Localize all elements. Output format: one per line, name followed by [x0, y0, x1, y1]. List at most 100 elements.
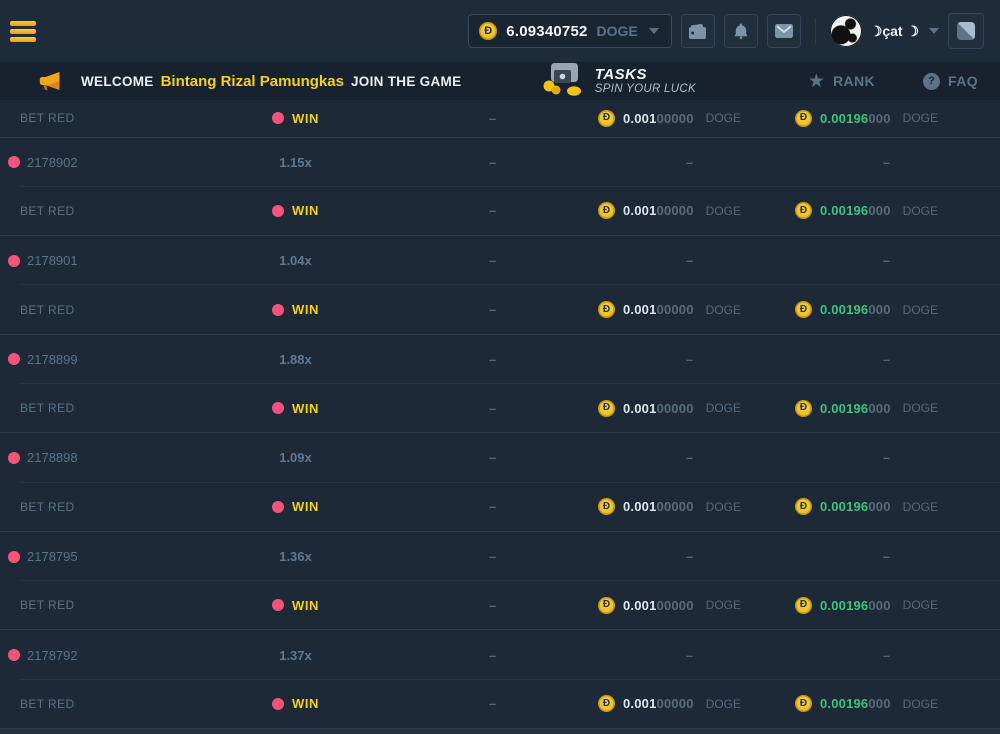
- game-id: 2178898: [27, 450, 78, 465]
- game-row[interactable]: 2178795 1.36x – – –: [0, 532, 1000, 581]
- profit-amount: 0.00196000: [820, 203, 891, 218]
- doge-coin-icon: Đ: [795, 498, 812, 515]
- game-row[interactable]: 2178902 1.15x – – –: [0, 138, 1000, 187]
- game-color-dot-icon: [8, 649, 20, 661]
- wallet-icon: [688, 23, 707, 40]
- bet-row[interactable]: BET RED WIN – Đ 0.00100000 DOGE Đ 0.0019…: [0, 581, 1000, 630]
- dash: –: [686, 549, 693, 564]
- table-footer: [0, 729, 1000, 734]
- dash: –: [489, 401, 496, 416]
- bet-amount-cell: Đ 0.00100000 DOGE: [571, 202, 768, 219]
- user-menu[interactable]: ☽çat ☽: [830, 15, 939, 47]
- dash: –: [489, 155, 496, 170]
- balance-selector[interactable]: Đ 6.09340752 DOGE: [468, 14, 671, 48]
- announcement-bar: WELCOME Bintang Rizal Pamungkas JOIN THE…: [0, 62, 1000, 100]
- doge-coin-icon: Đ: [598, 498, 615, 515]
- bet-row[interactable]: BET RED WIN – Đ 0.00100000 DOGE Đ 0.0019…: [0, 680, 1000, 729]
- messages-button[interactable]: [767, 14, 801, 48]
- bet-amount-currency: DOGE: [706, 401, 741, 415]
- bet-label: BET RED: [20, 111, 75, 125]
- multiplier-cell: 1.09x: [197, 450, 394, 465]
- doge-coin-icon: Đ: [598, 110, 615, 127]
- result-cell: WIN: [197, 111, 394, 126]
- game-row[interactable]: 2178898 1.09x – – –: [0, 433, 1000, 482]
- chat-button[interactable]: [948, 13, 984, 49]
- bet-amount: 0.00100000: [623, 111, 694, 126]
- game-row[interactable]: 2178792 1.37x – – –: [0, 630, 1000, 679]
- dash: –: [489, 352, 496, 367]
- game-color-dot-icon: [8, 156, 20, 168]
- banner-links: TASKS SPIN YOUR LUCK ★ RANK ? FAQ: [541, 61, 978, 102]
- bet-label-cell: BET RED: [0, 401, 197, 415]
- multiplier: 1.15x: [279, 155, 312, 170]
- chevron-down-icon: [929, 28, 939, 34]
- profit-amount: 0.00196000: [820, 598, 891, 613]
- profit-amount: 0.00196000: [820, 111, 891, 126]
- result-cell: WIN: [197, 598, 394, 613]
- empty-cell: –: [591, 549, 788, 564]
- mail-icon: [775, 24, 793, 38]
- game-id-cell: 2178902: [0, 155, 197, 170]
- game-row[interactable]: 2178901 1.04x – – –: [0, 236, 1000, 285]
- game-row[interactable]: 2178899 1.88x – – –: [0, 335, 1000, 384]
- bet-row[interactable]: BET RED WIN – Đ 0.00100000 DOGE Đ 0.0019…: [0, 100, 1000, 138]
- empty-cell: –: [788, 450, 985, 465]
- doge-coin-icon: Đ: [598, 400, 615, 417]
- bet-amount-currency: DOGE: [706, 303, 741, 317]
- multiplier: 1.36x: [279, 549, 312, 564]
- game-id-cell: 2178795: [0, 549, 197, 564]
- bet-label: BET RED: [20, 303, 75, 317]
- bet-row[interactable]: BET RED WIN – Đ 0.00100000 DOGE Đ 0.0019…: [0, 187, 1000, 236]
- result-dot-icon: [272, 698, 284, 710]
- bet-row[interactable]: BET RED WIN – Đ 0.00100000 DOGE Đ 0.0019…: [0, 483, 1000, 532]
- dash: –: [883, 352, 890, 367]
- tasks-widget[interactable]: TASKS SPIN YOUR LUCK: [541, 61, 696, 102]
- multiplier-cell: 1.88x: [197, 352, 394, 367]
- bet-amount-cell: Đ 0.00100000 DOGE: [571, 400, 768, 417]
- dash: –: [883, 549, 890, 564]
- profit-cell: Đ 0.00196000 DOGE: [768, 301, 965, 318]
- profit-currency: DOGE: [903, 303, 938, 317]
- bell-icon: [732, 22, 750, 40]
- profit-cell: Đ 0.00196000 DOGE: [768, 695, 965, 712]
- empty-cell: –: [788, 352, 985, 367]
- dash: –: [686, 155, 693, 170]
- game-id: 2178901: [27, 253, 78, 268]
- empty-cell: –: [591, 450, 788, 465]
- empty-cell: –: [591, 155, 788, 170]
- profit-amount: 0.00196000: [820, 401, 891, 416]
- empty-cell: –: [788, 253, 985, 268]
- dash: –: [489, 648, 496, 663]
- bet-amount-currency: DOGE: [706, 598, 741, 612]
- result-dot-icon: [272, 599, 284, 611]
- result-label: WIN: [292, 302, 319, 317]
- game-id-cell: 2178898: [0, 450, 197, 465]
- dash: –: [686, 352, 693, 367]
- bet-label-cell: BET RED: [0, 303, 197, 317]
- wallet-button[interactable]: [681, 14, 715, 48]
- app-root: Đ 6.09340752 DOGE: [0, 0, 1000, 734]
- tasks-title: TASKS: [595, 66, 696, 83]
- doge-coin-icon: Đ: [795, 400, 812, 417]
- bet-label: BET RED: [20, 204, 75, 218]
- game-color-dot-icon: [8, 551, 20, 563]
- empty-cell: –: [591, 648, 788, 663]
- menu-button[interactable]: [10, 21, 36, 42]
- bet-row[interactable]: BET RED WIN – Đ 0.00100000 DOGE Đ 0.0019…: [0, 384, 1000, 433]
- menu-bar: [10, 37, 36, 42]
- faq-label: FAQ: [948, 73, 978, 89]
- bet-amount: 0.00100000: [623, 203, 694, 218]
- game-id: 2178795: [27, 549, 78, 564]
- result-cell: WIN: [197, 401, 394, 416]
- multiplier-cell: 1.15x: [197, 155, 394, 170]
- notifications-button[interactable]: [724, 14, 758, 48]
- bet-row[interactable]: BET RED WIN – Đ 0.00100000 DOGE Đ 0.0019…: [0, 285, 1000, 334]
- faq-link[interactable]: ? FAQ: [923, 73, 978, 90]
- dash: –: [883, 155, 890, 170]
- empty-cell: –: [394, 253, 591, 268]
- bet-amount: 0.00100000: [623, 401, 694, 416]
- dash: –: [686, 450, 693, 465]
- rank-link[interactable]: ★ RANK: [808, 72, 875, 91]
- profit-cell: Đ 0.00196000 DOGE: [768, 400, 965, 417]
- profit-currency: DOGE: [903, 697, 938, 711]
